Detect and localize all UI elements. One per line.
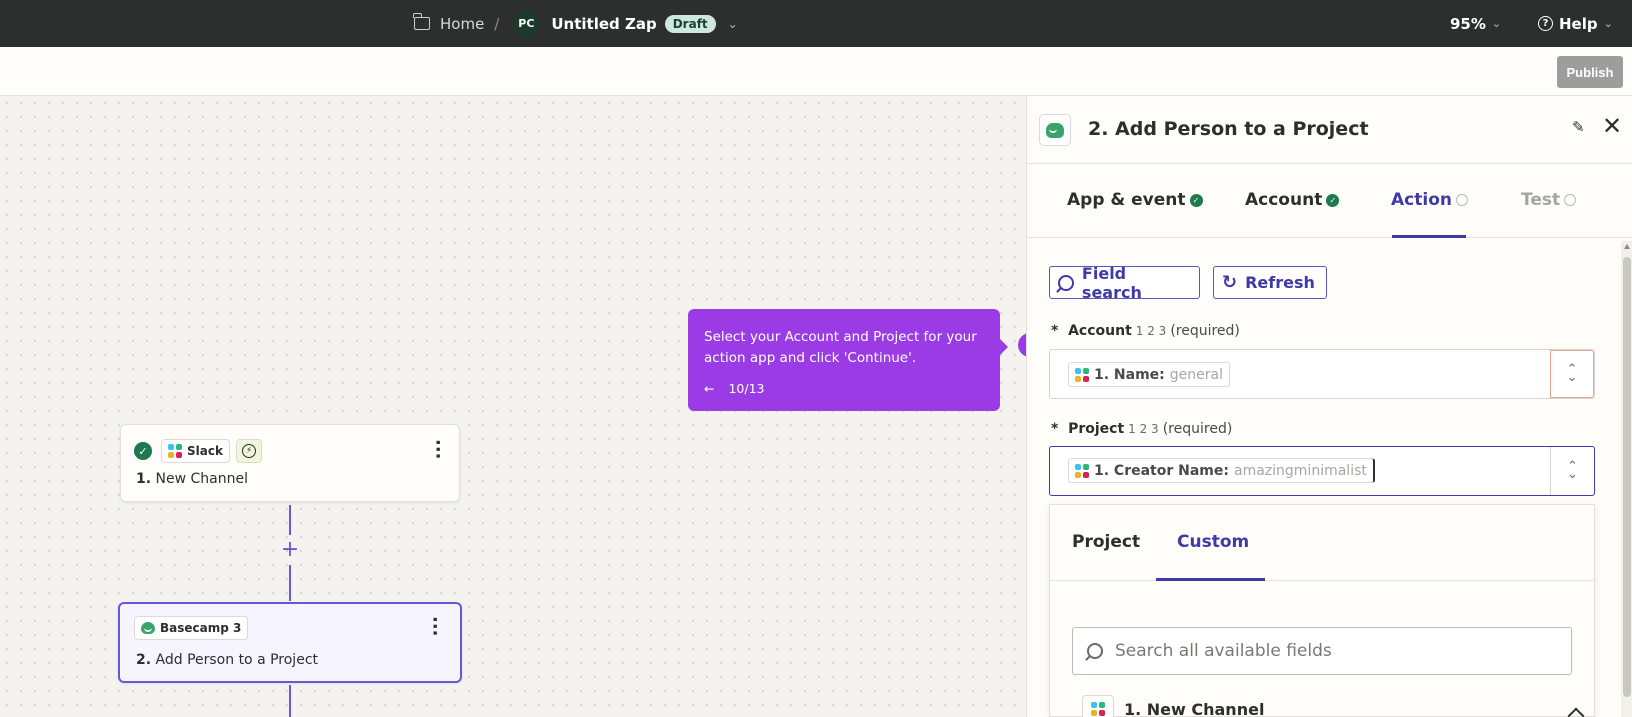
home-link[interactable]: Home (440, 15, 484, 33)
tab-custom[interactable]: Custom (1177, 532, 1249, 552)
connector-line (289, 505, 291, 535)
more-options-icon[interactable]: ··· (424, 616, 445, 637)
close-icon[interactable]: ✕ (1602, 112, 1622, 140)
breadcrumb: Home / PC Untitled Zap Draft ⌄ (413, 0, 738, 47)
breadcrumb-separator: / (494, 14, 500, 33)
scrollbar-thumb[interactable] (1623, 257, 1631, 697)
trigger-bolt-icon: ⚡ (236, 439, 262, 463)
chevron-up-icon[interactable] (1567, 707, 1585, 717)
search-icon (1058, 274, 1074, 291)
project-label: * Project 1 2 3 (required) (1051, 421, 1233, 437)
project-chip: 1. Creator Name: amazingminimalist (1068, 458, 1375, 483)
step-tabs: App & event ✓ Account ✓ Action Test (1027, 164, 1632, 238)
account-chip: 1. Name: general (1068, 362, 1230, 387)
chevron-down-icon: ⌄ (1603, 17, 1613, 30)
dropdown-tabs: Project Custom (1050, 505, 1596, 581)
editor-toolbar (0, 47, 1632, 96)
connector-line (289, 565, 291, 601)
avatar[interactable]: PC (513, 10, 540, 37)
tab-action[interactable]: Action (1391, 190, 1468, 210)
app-pill: Slack (161, 439, 230, 463)
help-label: Help (1559, 14, 1598, 33)
circle-icon (1564, 194, 1577, 206)
refresh-button[interactable]: ↻ Refresh (1213, 266, 1327, 299)
refresh-icon: ↻ (1222, 272, 1238, 293)
connector-line (289, 685, 291, 717)
status-badge: Draft (664, 14, 716, 33)
tab-account[interactable]: Account ✓ (1245, 190, 1340, 210)
slack-app-icon (1082, 695, 1114, 717)
guide-tooltip: Select your Account and Project for your… (688, 309, 1008, 411)
zoom-level: 95% (1450, 14, 1486, 33)
basecamp-logo-icon (141, 622, 155, 634)
step-card-action[interactable]: Basecamp 3 ··· 2. Add Person to a Projec… (118, 602, 462, 683)
step-editor-panel: 2. Add Person to a Project ✎ ✕ App & eve… (1026, 96, 1632, 717)
zoom-control[interactable]: 95% ⌄ (1450, 0, 1501, 47)
basecamp-app-icon (1039, 114, 1071, 146)
more-options-icon[interactable]: ··· (427, 439, 448, 460)
select-toggle-icon[interactable]: ⌃ ⌄ (1550, 447, 1594, 495)
tab-test[interactable]: Test (1521, 190, 1577, 210)
field-picker-dropdown: Project Custom Search all available fiel… (1049, 504, 1596, 717)
project-field[interactable]: 1. Creator Name: amazingminimalist ⌃ ⌄ (1049, 446, 1595, 496)
active-tab-indicator (1392, 235, 1466, 238)
zap-name[interactable]: Untitled Zap (551, 15, 656, 33)
search-icon (1087, 643, 1103, 659)
back-arrow-icon[interactable]: ← (704, 378, 714, 399)
check-icon: ✓ (1326, 193, 1340, 207)
scroll-up-icon[interactable] (1624, 244, 1630, 249)
chevron-down-icon[interactable]: ⌄ (728, 17, 738, 31)
account-field[interactable]: 1. Name: general ⌃ ⌄ (1049, 349, 1595, 399)
select-toggle-icon[interactable]: ⌃ ⌄ (1550, 350, 1594, 398)
app-pill: Basecamp 3 (134, 616, 249, 640)
panel-title: 2. Add Person to a Project (1088, 118, 1369, 140)
slack-logo-icon (1075, 463, 1089, 478)
pencil-icon[interactable]: ✎ (1572, 118, 1585, 136)
panel-scrollbar[interactable] (1621, 241, 1632, 717)
add-step-button[interactable]: + (280, 539, 300, 561)
app-name: Slack (187, 444, 223, 458)
tooltip-nav: ← 10/13 (704, 378, 765, 399)
top-bar: Home / PC Untitled Zap Draft ⌄ 95% ⌄ ? H… (0, 0, 1632, 47)
account-label: * Account 1 2 3 (required) (1051, 323, 1240, 339)
slack-logo-icon (168, 444, 182, 458)
slack-logo-icon (1075, 367, 1089, 382)
folder-icon (413, 13, 430, 30)
chevron-down-icon: ⌄ (1491, 17, 1502, 30)
check-icon: ✓ (134, 442, 152, 460)
search-placeholder: Search all available fields (1115, 641, 1332, 661)
tooltip-text: Select your Account and Project for your… (704, 329, 977, 366)
field-search-input[interactable]: Search all available fields (1072, 627, 1572, 675)
circle-icon (1455, 194, 1468, 206)
step-card-trigger[interactable]: ✓ Slack ⚡ ··· 1. New Channel (120, 424, 460, 502)
field-group-header[interactable]: 1. New Channel (1082, 695, 1264, 717)
help-menu[interactable]: ? Help ⌄ (1538, 0, 1613, 47)
publish-button[interactable]: Publish (1557, 56, 1623, 88)
app-name: Basecamp 3 (160, 621, 242, 635)
field-search-button[interactable]: Field search (1049, 264, 1200, 302)
step-title: 2. Add Person to a Project (136, 652, 318, 668)
step-title: 1. New Channel (136, 471, 248, 487)
tab-app-event[interactable]: App & event ✓ (1067, 190, 1203, 210)
panel-header: 2. Add Person to a Project ✎ ✕ (1027, 96, 1632, 164)
check-icon: ✓ (1189, 193, 1203, 207)
tooltip-progress: 10/13 (728, 381, 765, 396)
active-tab-indicator (1156, 578, 1265, 581)
question-icon: ? (1538, 16, 1553, 31)
tab-project[interactable]: Project (1072, 532, 1140, 552)
